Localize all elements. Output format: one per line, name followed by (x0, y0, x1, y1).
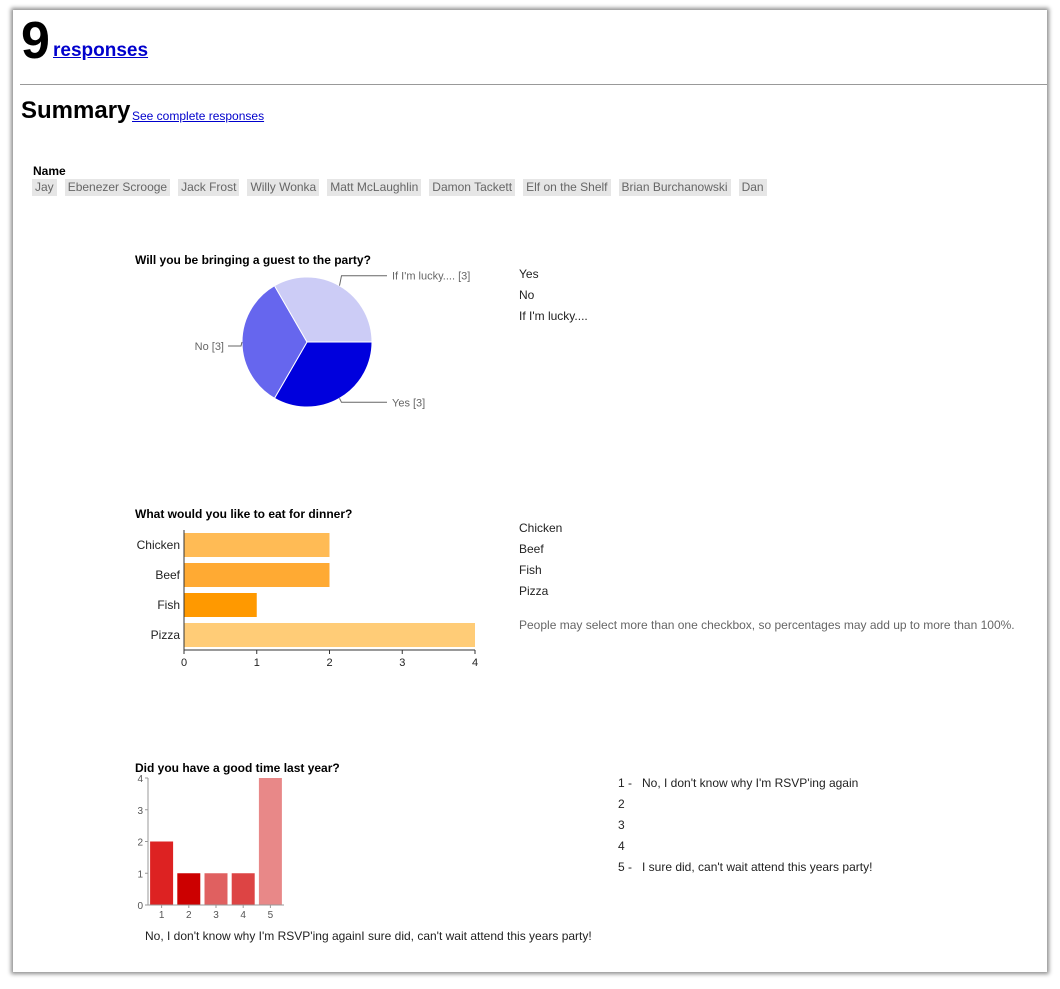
x-tick-label: 4 (240, 910, 246, 921)
bar-2 (177, 873, 201, 905)
scale-row: 5 - I sure did, can't wait attend this ye… (618, 860, 872, 881)
scale-num: 4 (618, 839, 625, 853)
bar-1 (150, 841, 174, 905)
y-tick-label: 2 (137, 838, 143, 849)
scale-num: 3 (618, 818, 625, 832)
y-tick-label: 3 (137, 806, 143, 817)
y-tick-label: 1 (137, 869, 143, 880)
y-tick-label: 4 (137, 774, 143, 785)
x-tick-label: 3 (213, 910, 219, 921)
scale-label: I sure did, can't wait attend this years… (642, 860, 873, 874)
y-tick-label: 0 (137, 901, 143, 912)
scale-row: 2 (618, 797, 872, 818)
bar-5 (258, 778, 282, 905)
scale-num: 1 - (618, 776, 633, 790)
x-tick-label: 2 (186, 910, 192, 921)
x-tick-label: 5 (268, 910, 274, 921)
response-summary-page: 9 responses Summary See complete respons… (13, 10, 1047, 972)
scale-row: 4 (618, 839, 872, 860)
scale-num: 2 (618, 797, 625, 811)
scale-row: 3 (618, 818, 872, 839)
q3-scale-legend: 1 - No, I don't know why I'm RSVP'ing aga… (618, 776, 872, 881)
x-tick-label: 1 (159, 910, 165, 921)
scale-label: No, I don't know why I'm RSVP'ing again (642, 776, 859, 790)
scale-row: 1 - No, I don't know why I'm RSVP'ing aga… (618, 776, 872, 797)
bar-4 (231, 873, 255, 905)
q3-scale-caption: No, I don't know why I'm RSVP'ing againI… (145, 929, 592, 943)
scale-num: 5 - (618, 860, 633, 874)
bar-3 (204, 873, 228, 905)
good-time-bar-chart: 1 2 3 4 5 0 1 2 3 4 (137, 774, 284, 921)
